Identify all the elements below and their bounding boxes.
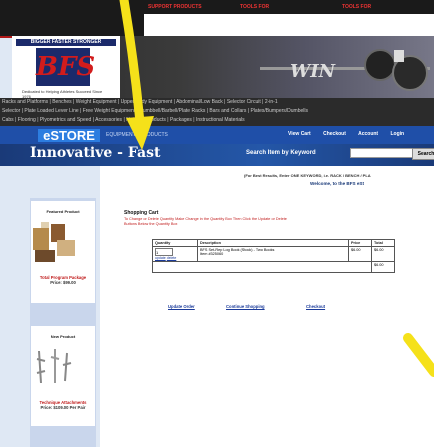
qty-cell: update delete bbox=[152, 246, 198, 262]
item-number: Item #325060 bbox=[200, 252, 224, 256]
grand-total-row: $6.00 bbox=[152, 261, 395, 273]
main-content bbox=[100, 166, 434, 447]
svg-text:WIN: WIN bbox=[290, 61, 337, 82]
cart-instruction: To Change or Delete Quantity Make Change… bbox=[124, 217, 287, 226]
estore-links: View Cart Checkout Account Login bbox=[288, 131, 415, 137]
cart-table: Quantity Description Price Total update … bbox=[152, 239, 395, 273]
cart-title: Shopping Cart bbox=[124, 210, 159, 216]
description-cell: BFS Set-Rep Log Book (Stock) - Two Books… bbox=[197, 246, 349, 262]
weights-image: WIN bbox=[260, 49, 430, 91]
welcome-text: Welcome, to the BFS eSt bbox=[310, 181, 365, 186]
col-total: Total bbox=[371, 239, 395, 247]
account-link[interactable]: Account bbox=[358, 131, 378, 137]
grand-total: $6.00 bbox=[371, 261, 395, 273]
grand-total-spacer bbox=[152, 261, 372, 273]
cart-header-row: Quantity Description Price Total bbox=[152, 239, 395, 247]
quantity-input[interactable] bbox=[155, 248, 173, 256]
tab-store[interactable]: SUPPORT PRODUCTS STORE bbox=[144, 4, 434, 295]
checkout-link[interactable]: Checkout bbox=[323, 131, 346, 137]
category-line-1[interactable]: Racks and Platforms | Benches | Weight E… bbox=[2, 98, 434, 107]
category-line-3[interactable]: Cabs | Flooring | Plyometrics and Speed … bbox=[2, 116, 434, 125]
logo-tagline: BIGGER FASTER STRONGER bbox=[16, 39, 116, 46]
delete-link[interactable]: delete bbox=[167, 256, 177, 260]
new-product[interactable]: New Product Technique Attachments Price:… bbox=[31, 326, 95, 426]
new-product-title: New Product bbox=[50, 334, 76, 339]
top-navigation: SUPPORT PRODUCTS STORE TOOLS FOR COACHES… bbox=[0, 0, 434, 295]
page: SUPPORT PRODUCTS STORE TOOLS FOR COACHES… bbox=[0, 0, 434, 447]
featured-product-price: Price: $99.00 bbox=[50, 280, 76, 285]
col-quantity: Quantity bbox=[152, 239, 198, 247]
tab-athletes-sup: TOOLS FOR bbox=[342, 4, 372, 10]
bfs-logo[interactable]: BIGGER FASTER STRONGER BFS Dedicated to … bbox=[12, 36, 120, 104]
cart-row: update delete BFS Set-Rep Log Book (Stoc… bbox=[152, 246, 395, 262]
item-total: $6.00 bbox=[371, 246, 395, 262]
col-price: Price bbox=[348, 239, 372, 247]
featured-product[interactable]: Featured Product Total Program Package P… bbox=[31, 201, 95, 303]
tab-store-sup: SUPPORT PRODUCTS bbox=[148, 4, 202, 10]
category-menu: Racks and Platforms | Benches | Weight E… bbox=[0, 98, 434, 126]
continue-shopping-button[interactable]: Continue Shopping bbox=[226, 304, 265, 309]
estore-logo[interactable]: eSTORE bbox=[38, 129, 100, 142]
tab-coaches[interactable]: TOOLS FOR COACHES bbox=[236, 4, 434, 295]
featured-product-title: Featured Product bbox=[46, 209, 80, 214]
search-hint: (For Best Results, Enter ONE KEYWORD, i.… bbox=[244, 173, 371, 178]
col-description: Description bbox=[197, 239, 349, 247]
login-link[interactable]: Login bbox=[390, 131, 404, 137]
logo-mark: BFS bbox=[36, 48, 95, 86]
view-cart-link[interactable]: View Cart bbox=[288, 131, 311, 137]
update-link[interactable]: update bbox=[155, 256, 166, 260]
featured-product-image bbox=[33, 222, 75, 262]
estore-subtitle: EQUIPMENT / PRODUCTS bbox=[106, 132, 168, 138]
new-product-image bbox=[36, 349, 72, 384]
checkout-button[interactable]: Checkout bbox=[306, 304, 325, 309]
tab-athletes[interactable]: TOOLS FOR ATHLETES bbox=[338, 4, 434, 295]
search-label: Search Item by Keyword bbox=[246, 150, 316, 156]
search-input[interactable] bbox=[350, 148, 414, 158]
item-price: $6.00 bbox=[348, 246, 372, 262]
slogan-text: Innovative - Fast bbox=[30, 145, 161, 161]
new-product-price: Price: $109.00 Per Pair bbox=[40, 405, 86, 410]
update-order-button[interactable]: Update Order bbox=[168, 304, 195, 309]
search-button[interactable]: Search bbox=[412, 148, 434, 160]
tab-coaches-sup: TOOLS FOR bbox=[240, 4, 270, 10]
category-line-2[interactable]: Selector | Plate Loaded Lever Line | Fre… bbox=[2, 107, 434, 116]
